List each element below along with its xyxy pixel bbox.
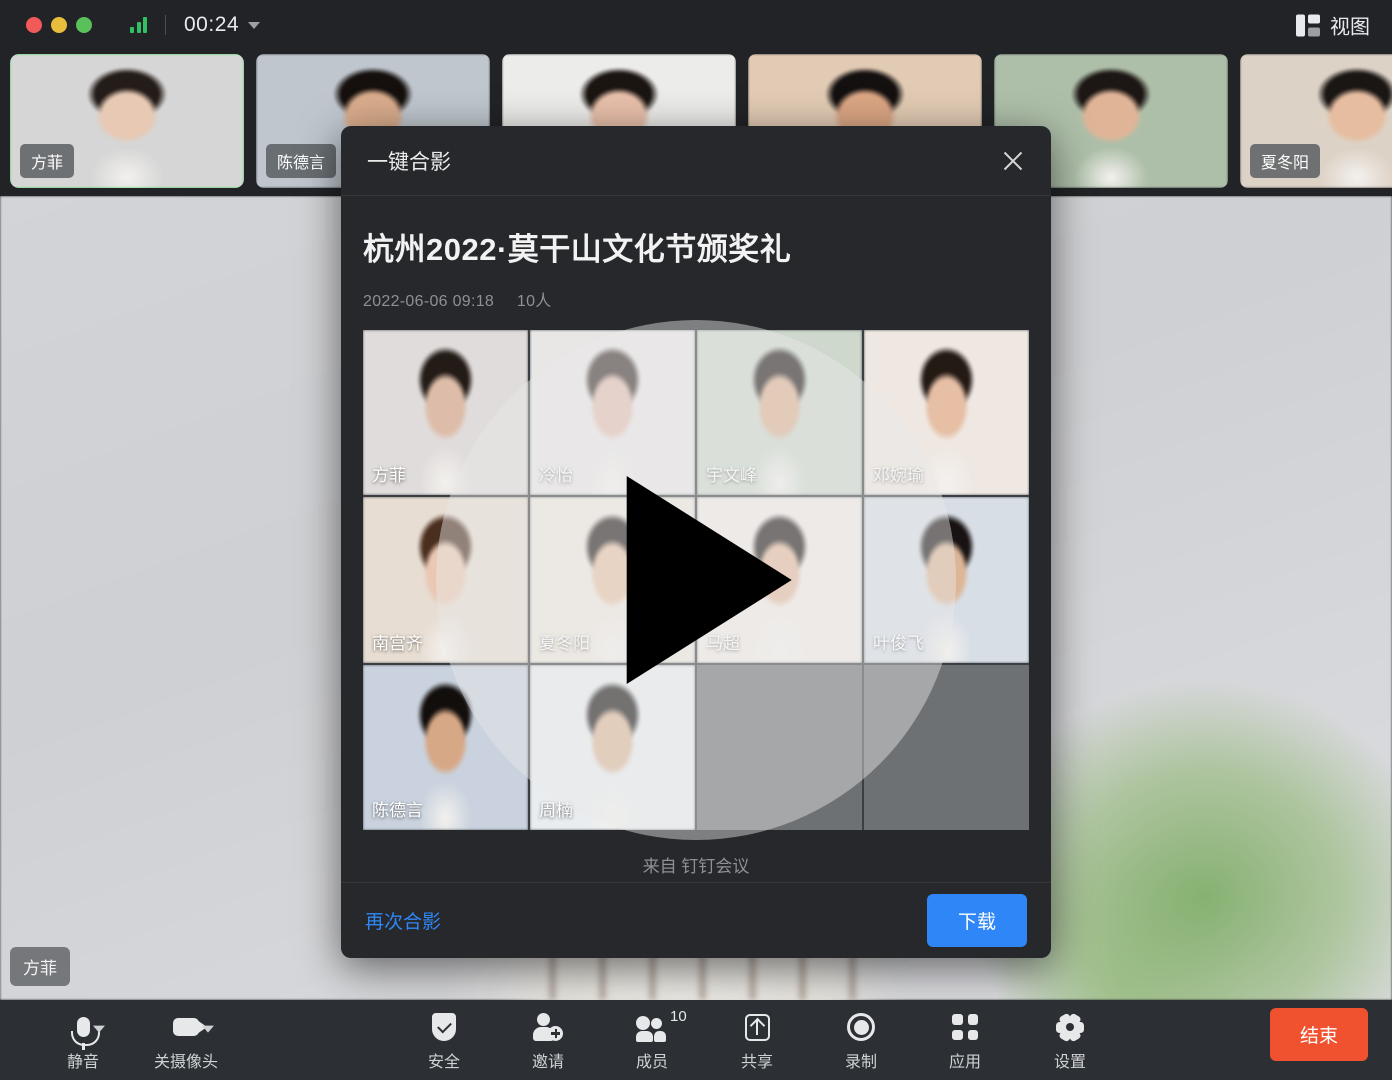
toolbar-item-label: 成员 [635,1054,668,1071]
close-icon[interactable] [997,145,1029,177]
retake-photo-link[interactable]: 再次合影 [365,907,441,934]
dialog-header: 一键合影 [341,126,1051,196]
photo-grid-cell: 叶俊飞 [864,497,1029,663]
photo-grid-cell: 冷怡 [530,330,695,496]
toolbar-item-label: 邀请 [531,1054,564,1071]
photo-grid-cell: 南宫齐 [363,497,528,663]
photo-grid-cell: 陈德言 [363,664,528,830]
photo-grid-cell: 方菲 [363,330,528,496]
photo-grid-cell-empty [697,664,862,830]
photo-grid-cell-name: 方菲 [372,466,406,486]
filmstrip-tile-name: 方菲 [20,144,75,178]
add-person-icon [533,1012,563,1042]
signal-bars-icon [130,17,147,33]
maximize-window-button[interactable] [76,17,92,33]
composition-title: 杭州2022·莫干山文化节颁奖礼 [363,232,792,267]
photo-preview[interactable]: 方菲 冷怡 宇文峰 邓婉瑜 南宫齐 夏冬阳 马超 叶俊飞 陈德言 周楠 [363,320,1029,840]
title-bar: 00:24 视图 [0,0,1392,50]
download-button[interactable]: 下载 [926,894,1027,947]
gear-icon [1056,1012,1084,1042]
toolbar-item-record[interactable]: 录制 [818,1012,904,1072]
photo-grid-cell: 周楠 [530,664,695,830]
view-button[interactable]: 视图 [1296,11,1370,40]
one-click-group-photo-dialog: 一键合影 杭州2022·莫干山文化节颁奖礼 2022-06-06 09:18 1… [341,126,1051,958]
shield-icon [432,1012,456,1042]
play-triangle-icon[interactable] [626,476,792,684]
photo-grid-cell-name: 夏冬阳 [539,633,590,653]
meeting-window: 方菲 00:24 视图 方菲 陈德言 夏冬阳 一键合影 杭州2022·莫干山文化节颁… [0,0,1392,1080]
record-icon [847,1012,875,1042]
meeting-toolbar: 静音 关摄像头 安全 邀请 10 成员 共享 录制 应用 设置 结束 [0,1000,1392,1080]
stage-name-label: 方菲 [10,947,70,986]
view-button-label: 视图 [1330,16,1370,39]
chevron-down-icon[interactable] [92,1025,105,1033]
chevron-down-icon[interactable] [248,21,261,29]
filmstrip-tile[interactable]: 方菲 [10,54,244,188]
dialog-body: 杭州2022·莫干山文化节颁奖礼 2022-06-06 09:18 10人 方菲… [341,196,1051,882]
dialog-title: 一键合影 [367,150,451,174]
source-label: 来自 钉钉会议 [642,857,750,876]
photo-grid-cell-name: 邓婉瑜 [873,466,924,486]
filmstrip-tile[interactable]: 夏冬阳 [1240,54,1392,188]
photo-grid-cell-name: 冷怡 [539,466,573,486]
composition-meta: 2022-06-06 09:18 10人 [363,287,1029,311]
minimize-window-button[interactable] [51,17,67,33]
photo-grid-cell-name: 南宫齐 [372,633,423,653]
apps-grid-icon [952,1012,978,1042]
photo-grid-cell-name: 陈德言 [372,800,423,820]
photo-grid-cell-name: 叶俊飞 [873,633,924,653]
toolbar-item-label: 关摄像头 [153,1054,218,1071]
meeting-timer: 00:24 [184,13,240,36]
participant-count-badge: 10 [670,1008,687,1025]
end-meeting-button[interactable]: 结束 [1269,1008,1368,1061]
share-upload-icon [744,1012,770,1042]
photo-grid-cell: 宇文峰 [697,330,862,496]
toolbar-item-label: 共享 [740,1054,773,1071]
divider [165,15,166,35]
layout-grid-icon [1296,14,1320,36]
toolbar-item-microphone[interactable]: 静音 [40,1012,126,1072]
toolbar-item-label: 安全 [427,1054,460,1071]
toolbar-item-label: 录制 [844,1054,877,1071]
toolbar-item-camera[interactable]: 关摄像头 [143,1012,229,1072]
microphone-icon [70,1012,105,1050]
filmstrip-tile-name: 夏冬阳 [1250,144,1321,178]
photo-grid-cell-empty [864,664,1029,830]
toolbar-item-apps-grid[interactable]: 应用 [922,1012,1008,1072]
composition-date: 2022-06-06 09:18 [363,293,495,310]
toolbar-item-people[interactable]: 10 成员 [609,1008,695,1072]
close-window-button[interactable] [26,17,42,33]
people-icon: 10 [636,1008,687,1042]
filmstrip-tile-name: 陈德言 [266,144,337,178]
window-controls[interactable] [26,17,92,33]
composition-participant-count: 10人 [516,293,552,310]
toolbar-item-share-upload[interactable]: 共享 [714,1012,800,1072]
photo-grid-cell: 邓婉瑜 [864,330,1029,496]
toolbar-item-add-person[interactable]: 邀请 [505,1012,591,1072]
toolbar-item-shield[interactable]: 安全 [401,1012,487,1072]
dialog-footer: 再次合影 下载 [341,882,1051,958]
chevron-down-icon[interactable] [202,1025,214,1033]
toolbar-item-label: 应用 [948,1054,981,1071]
photo-grid-cell-name: 周楠 [539,800,573,820]
camera-icon [173,1012,214,1042]
toolbar-item-label: 设置 [1053,1054,1086,1071]
toolbar-item-gear[interactable]: 设置 [1027,1012,1113,1072]
toolbar-item-label: 静音 [66,1054,99,1071]
